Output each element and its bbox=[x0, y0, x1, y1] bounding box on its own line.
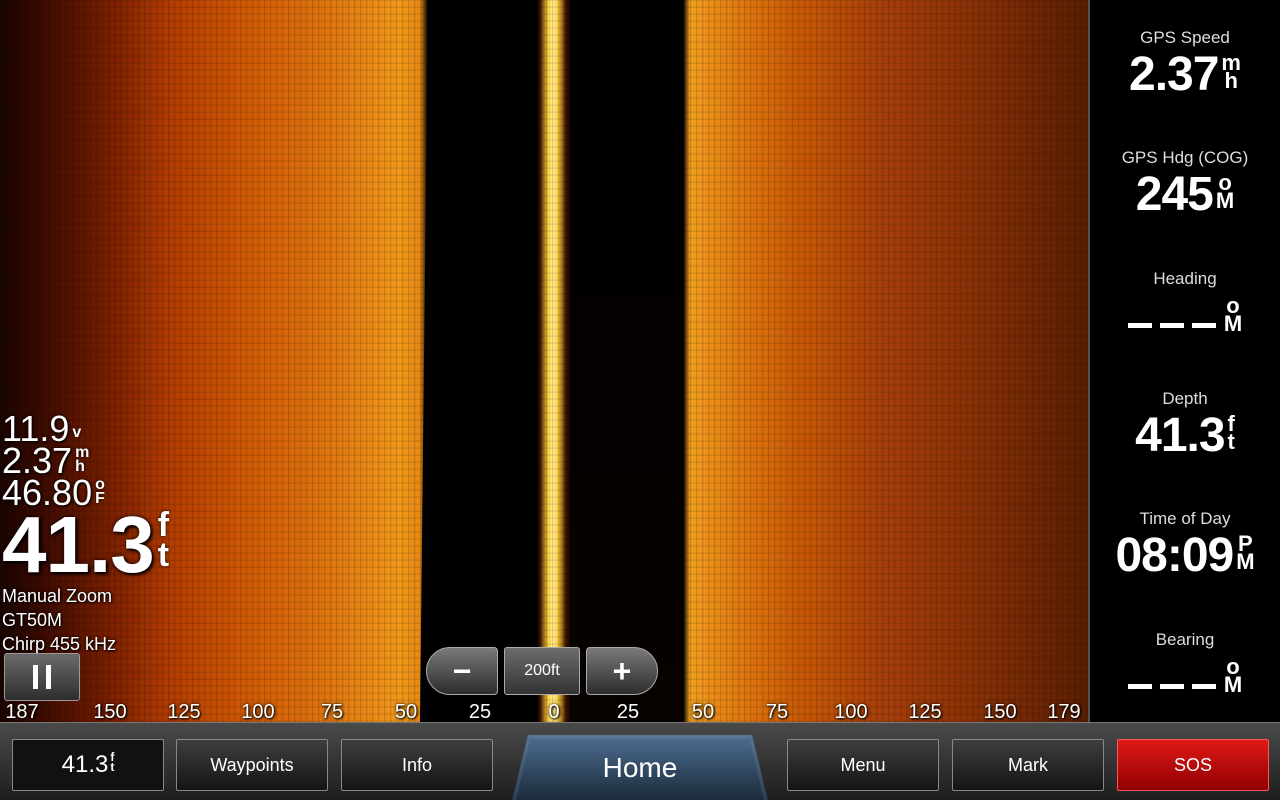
gps-speed-field[interactable]: GPS Speed 2.37 mh bbox=[1090, 28, 1280, 100]
water-column-left bbox=[420, 0, 538, 722]
scale-label: 187 bbox=[5, 701, 39, 723]
scale-label: 100 bbox=[834, 701, 868, 723]
zoom-in-button[interactable]: + bbox=[586, 647, 658, 695]
pause-button[interactable] bbox=[4, 653, 80, 701]
range-value[interactable]: 200ft bbox=[504, 647, 580, 695]
menu-button[interactable]: Menu bbox=[787, 739, 939, 791]
scale-label: 50 bbox=[394, 701, 418, 723]
scale-label: 0 bbox=[548, 701, 560, 723]
scale-label: 100 bbox=[241, 701, 275, 723]
scale-label: 125 bbox=[167, 701, 201, 723]
scale-label: 50 bbox=[691, 701, 715, 723]
sos-button[interactable]: SOS bbox=[1117, 739, 1269, 791]
mark-button[interactable]: Mark bbox=[952, 739, 1104, 791]
range-zoom-controls: − 200ft + bbox=[426, 647, 662, 695]
depth-data-button[interactable]: 41.3 ft bbox=[12, 739, 164, 791]
zoom-out-button[interactable]: − bbox=[426, 647, 498, 695]
left-data-overlay: 11.9 v 2.37 mh 46.80 oF 41.3 ft Manual Z… bbox=[2, 411, 222, 656]
data-fields-panel: GPS Speed 2.37 mh GPS Hdg (COG) 245 oM H… bbox=[1088, 0, 1280, 722]
scale-label: 179 bbox=[1047, 701, 1081, 723]
transducer-label: GT50M bbox=[2, 610, 63, 630]
scale-label: 150 bbox=[983, 701, 1017, 723]
depth-field[interactable]: Depth 41.3 ft bbox=[1090, 389, 1280, 461]
zoom-mode-label: Manual Zoom bbox=[2, 586, 113, 606]
no-data-dashes bbox=[1127, 323, 1216, 328]
heading-field[interactable]: Heading oM bbox=[1090, 269, 1280, 335]
bearing-field[interactable]: Bearing oM bbox=[1090, 630, 1280, 696]
scale-label: 125 bbox=[908, 701, 942, 723]
bottom-button-bar: 41.3 ft Waypoints Info Home Menu Mark SO… bbox=[0, 722, 1280, 800]
scale-label: 25 bbox=[616, 701, 640, 723]
range-scale: 187 150 125 100 75 50 25 0 25 50 75 100 … bbox=[0, 700, 1088, 724]
time-of-day-field[interactable]: Time of Day 08:09 PM bbox=[1090, 509, 1280, 581]
scale-label: 25 bbox=[468, 701, 492, 723]
pause-icon bbox=[33, 665, 38, 689]
waypoints-button[interactable]: Waypoints bbox=[176, 739, 328, 791]
water-column-right bbox=[570, 0, 684, 722]
info-button[interactable]: Info bbox=[341, 739, 493, 791]
scale-label: 75 bbox=[320, 701, 344, 723]
gps-heading-field[interactable]: GPS Hdg (COG) 245 oM bbox=[1090, 148, 1280, 220]
scale-label: 150 bbox=[93, 701, 127, 723]
depth-readout-large: 41.3 ft bbox=[2, 500, 170, 589]
scale-label: 75 bbox=[765, 701, 789, 723]
home-button[interactable]: Home bbox=[512, 735, 768, 800]
no-data-dashes bbox=[1127, 684, 1216, 689]
